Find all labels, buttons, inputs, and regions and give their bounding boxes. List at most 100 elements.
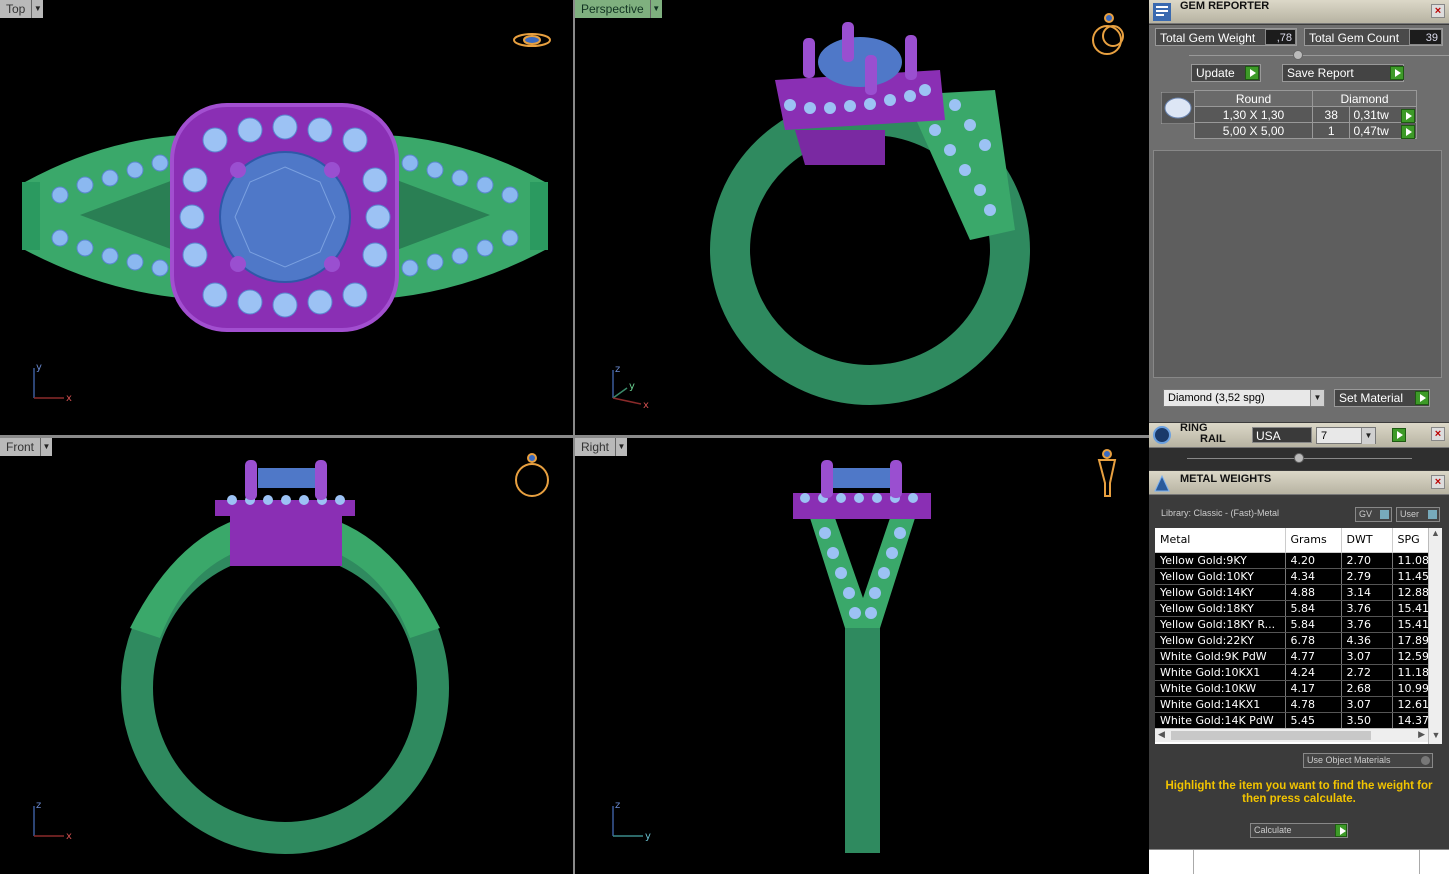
chevron-down-icon[interactable]: ▼ [1310,390,1324,406]
calculate-button[interactable]: Calculate [1250,823,1348,838]
save-report-button[interactable]: Save Report [1282,64,1404,82]
use-object-materials-toggle[interactable]: Use Object Materials [1303,753,1433,768]
metal-name-cell: Yellow Gold:22KY [1155,632,1286,649]
dwt-cell: 2.68 [1341,680,1393,697]
grams-cell: 4.77 [1285,648,1342,665]
spg-cell: 12.88 [1392,584,1433,601]
gem-row-go-icon[interactable] [1401,125,1415,139]
dwt-cell: 2.72 [1341,664,1393,681]
viewport-front[interactable]: Front ▼ z x [0,438,573,874]
grams-cell: 4.24 [1285,664,1342,681]
viewport-top-label[interactable]: Top [0,0,32,18]
axis-gizmo: y x [33,362,72,404]
close-icon[interactable]: × [1431,427,1445,441]
metal-row[interactable]: White Gold:9K PdW 4.77 3.07 12.59 [1155,648,1433,665]
material-select[interactable]: Diamond (3,52 spg) ▼ [1163,389,1325,407]
spg-cell: 15.41 [1392,600,1433,617]
horizontal-scrollbar[interactable]: ◀ ▶ [1155,728,1428,742]
svg-text:y: y [645,831,651,842]
dwt-cell: 3.14 [1341,584,1393,601]
round-diamond-icon[interactable] [1161,92,1195,124]
metal-row[interactable]: Yellow Gold:22KY 6.78 4.36 17.89 [1155,632,1433,649]
spg-cell: 11.08 [1392,552,1433,569]
viewport-right[interactable]: Right ▼ z y [575,438,1149,874]
metal-row[interactable]: White Gold:10KW 4.17 2.68 10.99 [1155,680,1433,697]
view-orientation-icon [513,33,551,47]
metal-name-cell: White Gold:10KX1 [1155,664,1286,681]
viewport-top[interactable]: Top ▼ y x [0,0,573,435]
metal-name-cell: Yellow Gold:9KY [1155,552,1286,569]
close-icon[interactable]: × [1431,475,1445,489]
grams-cell: 4.34 [1285,568,1342,585]
dwt-cell: 3.07 [1341,648,1393,665]
chevron-down-icon[interactable]: ▼ [31,0,44,18]
metal-weights-titlebar[interactable]: METAL WEIGHTS × [1149,471,1449,495]
svg-text:z: z [615,800,620,811]
viewport-perspective-label[interactable]: Perspective [575,0,650,18]
metal-row[interactable]: Yellow Gold:9KY 4.20 2.70 11.08 [1155,552,1433,569]
viewport-top-header[interactable]: Top ▼ [0,0,44,18]
chevron-down-icon[interactable]: ▼ [615,438,628,456]
metal-row[interactable]: Yellow Gold:18KY R... 5.84 3.76 15.41 [1155,616,1433,633]
view-orientation-icon [1092,13,1124,55]
grams-cell: 5.84 [1285,616,1342,633]
collapse-handle-icon[interactable] [1294,453,1304,463]
spg-cell: 12.59 [1392,648,1433,665]
ring-rail-body [1149,448,1449,470]
spg-cell: 15.41 [1392,616,1433,633]
metal-row[interactable]: White Gold:14KX1 4.78 3.07 12.61 [1155,696,1433,713]
viewport-front-label[interactable]: Front [0,438,41,456]
update-go-icon[interactable] [1245,66,1259,80]
chevron-down-icon[interactable]: ▼ [649,0,662,18]
viewport-front-header[interactable]: Front ▼ [0,438,53,456]
close-icon[interactable]: × [1431,4,1445,18]
total-gem-weight-value: ,78 [1265,29,1296,45]
metal-row[interactable]: Yellow Gold:18KY 5.84 3.76 15.41 [1155,600,1433,617]
gem-row[interactable]: 1,30 X 1,30 38 0,31tw [1194,106,1417,123]
country-select[interactable]: USA [1252,427,1312,443]
collapse-handle-icon[interactable] [1293,50,1303,60]
gem-row-go-icon[interactable] [1401,109,1415,123]
library-label: Library: Classic - (Fast)-Metal [1161,508,1280,518]
vertical-scrollbar[interactable]: ▲ ▼ [1428,528,1442,744]
app-window: Top ▼ y x Perspective ▼ z y x Front ▼ z … [0,0,1449,874]
divider [1189,55,1449,56]
gv-toggle[interactable]: GV [1355,507,1392,522]
col-metal[interactable]: Metal [1155,528,1286,553]
viewport-perspective[interactable]: Perspective ▼ z y x [575,0,1149,435]
dwt-cell: 3.76 [1341,616,1393,633]
gem-reporter-titlebar[interactable]: GEM REPORTER × [1149,0,1449,24]
col-grams[interactable]: Grams [1285,528,1342,553]
chevron-down-icon[interactable]: ▼ [40,438,53,456]
metal-name-cell: Yellow Gold:10KY [1155,568,1286,585]
metal-weights-body: Library: Classic - (Fast)-Metal GV User … [1149,498,1449,874]
col-spg[interactable]: SPG [1392,528,1433,553]
ring-rail-go-icon[interactable] [1392,428,1406,442]
ring-size-select[interactable]: 7 ▼ [1316,427,1376,444]
metal-row[interactable]: Yellow Gold:10KY 4.34 2.79 11.45 [1155,568,1433,585]
gem-col-diamond: Diamond [1312,90,1417,107]
viewport-right-header[interactable]: Right ▼ [575,438,628,456]
dwt-cell: 4.36 [1341,632,1393,649]
metal-name-cell: Yellow Gold:18KY R... [1155,616,1286,633]
viewport-right-label[interactable]: Right [575,438,616,456]
axis-gizmo: z y x [612,364,649,411]
col-dwt[interactable]: DWT [1341,528,1393,553]
save-report-go-icon[interactable] [1390,66,1404,80]
ring-rail-titlebar[interactable]: RING RAIL USA 7 ▼ × [1149,423,1449,448]
chevron-down-icon[interactable]: ▼ [1361,428,1375,444]
calculate-go-icon[interactable] [1335,824,1347,837]
user-toggle[interactable]: User [1396,507,1440,522]
viewport-perspective-header[interactable]: Perspective ▼ [575,0,662,18]
metal-weights-icon [1154,474,1170,492]
grams-cell: 4.20 [1285,552,1342,569]
set-material-go-icon[interactable] [1415,391,1429,405]
axis-gizmo: z y [612,800,651,842]
svg-text:x: x [66,831,72,842]
metal-row[interactable]: Yellow Gold:14KY 4.88 3.14 12.88 [1155,584,1433,601]
metal-row[interactable]: White Gold:10KX1 4.24 2.72 11.18 [1155,664,1433,681]
ring-rail-title: RING RAIL [1180,422,1226,445]
metal-row[interactable]: White Gold:14K PdW 5.45 3.50 14.37 [1155,712,1433,729]
svg-text:x: x [643,400,649,411]
gem-row[interactable]: 5,00 X 5,00 1 0,47tw [1194,122,1417,139]
